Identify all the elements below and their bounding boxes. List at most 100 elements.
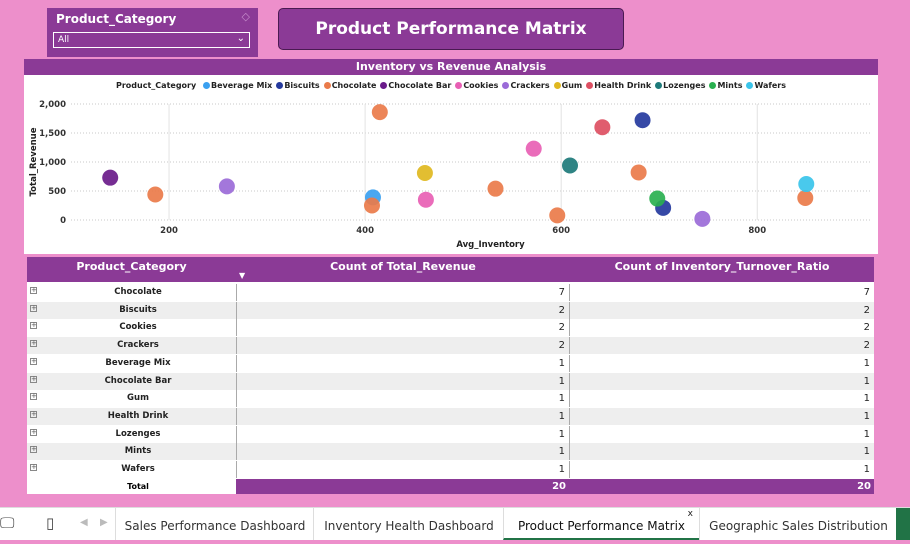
row-category: Mints (124, 446, 152, 457)
total-turnover-count: 20 (857, 481, 871, 492)
slicer-dropdown[interactable]: All ⌄ (53, 32, 250, 48)
page-title: Product Performance Matrix (278, 8, 624, 50)
scatter-point (562, 157, 579, 174)
close-icon[interactable]: x (688, 496, 693, 532)
scatter-point (371, 104, 388, 121)
expand-icon[interactable]: + (30, 375, 37, 383)
table-row: + Chocolate Bar 1 1 (27, 372, 874, 390)
expand-icon[interactable]: + (30, 393, 37, 401)
table-row: + Chocolate 7 7 (27, 284, 874, 301)
row-revenue-count: 1 (236, 425, 570, 443)
desktop-icon[interactable]: 🖵 (0, 514, 14, 532)
row-revenue-count: 2 (236, 301, 570, 319)
table-row: + Wafers 1 1 (27, 461, 874, 478)
expand-icon[interactable]: + (30, 287, 37, 294)
header-product-category[interactable]: Product_Category (27, 257, 236, 282)
chevron-down-icon: ⌄ (236, 33, 245, 44)
scatter-point (102, 169, 119, 186)
scatter-point (649, 190, 666, 207)
header-turnover-count[interactable]: Count of Inventory_Turnover_Ratio (570, 257, 874, 282)
y-tick-label: 1,500 (39, 129, 66, 139)
row-revenue-count: 2 (236, 337, 570, 355)
header-revenue-count[interactable]: Count of Total_Revenue (236, 257, 570, 282)
row-revenue-count: 2 (236, 319, 570, 337)
slicer-selected-value: All (58, 35, 70, 45)
row-revenue-count: 1 (236, 372, 570, 390)
row-category: Cookies (119, 322, 157, 333)
row-turnover-count: 1 (863, 357, 870, 369)
row-turnover-count: 1 (863, 428, 870, 440)
expand-icon[interactable]: + (30, 357, 37, 365)
row-category: Wafers (121, 464, 155, 474)
x-tick-label: 600 (552, 226, 570, 236)
table-row: + Crackers 2 2 (27, 337, 874, 355)
scatter-point (634, 112, 651, 129)
scatter-point (798, 176, 815, 193)
scatter-chart: Inventory vs Revenue Analysis Product_Ca… (24, 59, 878, 254)
row-revenue-count: 1 (236, 407, 570, 425)
tab-product-performance[interactable]: Product Performance Matrix x (503, 508, 699, 540)
expand-icon[interactable]: + (30, 464, 37, 471)
x-axis-label: Avg_Inventory (456, 240, 525, 250)
row-category: Gum (127, 393, 149, 404)
expand-icon[interactable]: + (30, 428, 37, 436)
scatter-point (487, 180, 504, 197)
tab-geographic-sales[interactable]: Geographic Sales Distribution (699, 508, 897, 540)
total-label: Total (127, 482, 149, 491)
scatter-point (549, 207, 566, 224)
chevron-right-icon[interactable]: ▶ (100, 517, 108, 528)
total-revenue-count: 20 (552, 481, 566, 492)
row-category: Crackers (117, 340, 159, 351)
row-turnover-count: 2 (863, 322, 870, 334)
eraser-icon[interactable]: ◇ (242, 10, 250, 23)
total-values: 20 20 (236, 479, 874, 494)
tab-label: Product Performance Matrix (517, 519, 685, 533)
row-turnover-count: 1 (863, 446, 870, 458)
page-tab-bar: 🖵 ▯ ◀ ▶ Sales Performance Dashboard Inve… (0, 507, 910, 540)
expand-icon[interactable]: + (30, 340, 37, 348)
expand-icon[interactable]: + (30, 446, 37, 454)
row-turnover-count: 2 (863, 304, 870, 316)
row-category: Lozenges (115, 428, 161, 439)
chevron-left-icon[interactable]: ◀ (80, 517, 88, 528)
table-row: + Beverage Mix 1 1 (27, 354, 874, 372)
scatter-point (630, 164, 647, 181)
scatter-point (797, 189, 814, 206)
scatter-point (147, 186, 164, 203)
row-turnover-count: 1 (863, 393, 870, 405)
expand-icon[interactable]: + (30, 304, 37, 312)
row-revenue-count: 7 (236, 284, 570, 301)
x-tick-label: 800 (748, 226, 766, 236)
total-row: Total 20 20 (27, 479, 874, 494)
table-row: + Lozenges 1 1 (27, 425, 874, 443)
scroll-edge (896, 508, 910, 540)
table-row: + Biscuits 2 2 (27, 301, 874, 319)
expand-icon[interactable]: + (30, 410, 37, 418)
table-row: + Mints 1 1 (27, 443, 874, 461)
scatter-point (594, 119, 611, 136)
row-category: Chocolate (114, 287, 162, 297)
row-category: Biscuits (119, 304, 157, 315)
scatter-point (218, 178, 235, 195)
scatter-point (525, 140, 542, 157)
row-revenue-count: 1 (236, 461, 570, 478)
tab-inventory-health[interactable]: Inventory Health Dashboard (313, 508, 504, 540)
category-slicer: Product_Category ◇ All ⌄ (47, 8, 258, 57)
phone-icon[interactable]: ▯ (46, 514, 54, 532)
y-tick-label: 0 (60, 216, 66, 226)
row-category: Chocolate Bar (104, 375, 172, 386)
row-revenue-count: 1 (236, 390, 570, 408)
plot-area: 0 500 1,000 1,500 2,000 200 400 600 800 Avg_Inven… (29, 100, 870, 250)
expand-icon[interactable]: + (30, 322, 37, 330)
y-axis-label: Total_Revenue (29, 127, 39, 196)
x-tick-label: 200 (160, 226, 178, 236)
table-row: + Health Drink 1 1 (27, 407, 874, 425)
row-turnover-count: 1 (863, 464, 870, 475)
scatter-point (417, 191, 434, 208)
tab-sales-performance[interactable]: Sales Performance Dashboard (115, 508, 314, 540)
scatter-point (694, 210, 711, 227)
scatter-point (416, 165, 433, 182)
row-turnover-count: 7 (863, 287, 870, 298)
row-category: Beverage Mix (105, 357, 171, 368)
y-tick-label: 2,000 (39, 100, 66, 110)
